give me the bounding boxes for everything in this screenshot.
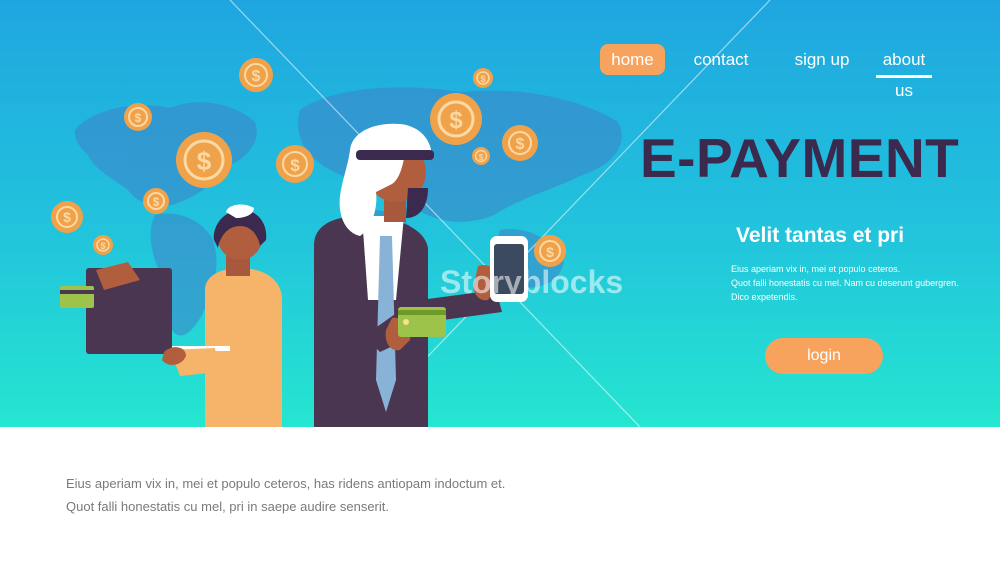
login-button[interactable]: login xyxy=(765,338,883,374)
svg-text:$: $ xyxy=(135,111,142,125)
svg-text:$: $ xyxy=(100,241,105,251)
nav-about-link[interactable]: about us xyxy=(873,44,935,100)
svg-text:$: $ xyxy=(153,195,160,209)
top-nav: home contact sign up about us xyxy=(0,44,1000,100)
hero-banner: $ $ $ $ $ $ $ $ $ $ $ $ Storyblocks home… xyxy=(0,0,1000,427)
svg-text:$: $ xyxy=(516,136,525,153)
credit-card-right xyxy=(398,307,446,337)
credit-card-left xyxy=(60,286,94,308)
nav-about-underline xyxy=(876,75,932,78)
body-text-line: Eius aperiam vix in, mei et populo ceter… xyxy=(66,476,506,491)
svg-text:$: $ xyxy=(63,209,71,225)
body-text-line: Quot falli honestatis cu mel, pri in sae… xyxy=(66,499,390,514)
svg-text:$: $ xyxy=(197,146,212,176)
hero-description: Eius aperiam vix in, mei et populo ceter… xyxy=(731,262,971,304)
hero-description-line: Eius aperiam vix in, mei et populo ceter… xyxy=(731,264,901,274)
page-title: E-PAYMENT xyxy=(640,127,960,189)
svg-text:$: $ xyxy=(546,244,554,260)
hero-description-line: Dico expetendis. xyxy=(731,292,798,302)
hero-description-line: Quot falli honestatis cu mel. Nam cu des… xyxy=(731,278,959,288)
nav-home-button[interactable]: home xyxy=(600,44,665,75)
nav-contact-link[interactable]: contact xyxy=(685,44,757,75)
nav-signup-link[interactable]: sign up xyxy=(788,44,856,75)
svg-text:$: $ xyxy=(449,107,463,134)
svg-text:$: $ xyxy=(479,153,484,162)
svg-text:$: $ xyxy=(290,156,300,175)
watermark: Storyblocks xyxy=(440,264,624,300)
body-text: Eius aperiam vix in, mei et populo ceter… xyxy=(66,472,766,518)
hero-subtitle: Velit tantas et pri xyxy=(736,224,905,247)
